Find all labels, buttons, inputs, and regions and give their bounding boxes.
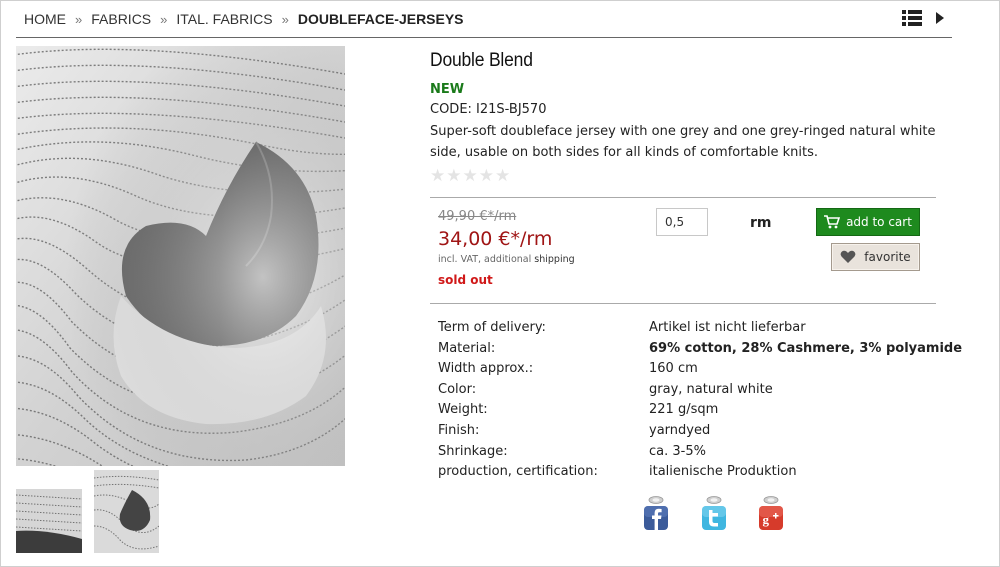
product-main-image[interactable] xyxy=(16,46,345,466)
product-title: Double Blend xyxy=(430,50,533,71)
divider xyxy=(430,303,936,304)
spec-row-material: Material: 69% cotton, 28% Cashmere, 3% p… xyxy=(438,339,962,360)
spec-key: Color: xyxy=(438,381,477,397)
fabric-photo xyxy=(16,46,345,466)
spec-value: ca. 3-5% xyxy=(649,443,706,459)
spec-key: Weight: xyxy=(438,402,488,418)
new-badge: NEW xyxy=(430,82,465,97)
twitter-icon[interactable] xyxy=(701,496,727,532)
star-icon[interactable]: ★ xyxy=(446,167,461,185)
list-view-icon[interactable] xyxy=(902,10,922,26)
breadcrumb-separator: » xyxy=(160,11,168,27)
spec-value: 221 g/sqm xyxy=(649,402,719,418)
facebook-icon[interactable] xyxy=(643,496,669,532)
star-rating[interactable]: ★ ★ ★ ★ ★ xyxy=(430,167,510,185)
svg-text:g: g xyxy=(763,512,770,527)
spec-key: Shrinkage: xyxy=(438,443,508,459)
star-icon[interactable]: ★ xyxy=(495,167,510,185)
breadcrumb: HOME » FABRICS » ITAL. FABRICS » DOUBLEF… xyxy=(24,9,464,29)
cart-icon xyxy=(824,215,841,229)
unit-label: rm xyxy=(750,215,772,231)
product-description: Super-soft doubleface jersey with one gr… xyxy=(430,124,936,160)
add-to-cart-button[interactable]: add to cart xyxy=(816,208,920,236)
quantity-input[interactable] xyxy=(656,208,708,236)
spec-key: Width approx.: xyxy=(438,361,534,377)
breadcrumb-divider xyxy=(16,37,952,38)
thumbnail-photo xyxy=(94,470,159,553)
shipping-link[interactable]: shipping xyxy=(534,254,574,265)
favorite-button[interactable]: favorite xyxy=(831,243,920,271)
availability-status: sold out xyxy=(438,273,493,287)
spec-key: Material: xyxy=(438,340,496,356)
breadcrumb-separator: » xyxy=(75,11,83,27)
spec-value: italienische Produktion xyxy=(649,464,797,480)
spec-value: Artikel ist nicht lieferbar xyxy=(649,320,806,335)
spec-key: Term of delivery: xyxy=(438,320,546,335)
star-icon[interactable]: ★ xyxy=(479,167,494,185)
vat-note: incl. VAT, additional shipping xyxy=(438,254,575,265)
product-thumbnail-2[interactable] xyxy=(94,470,159,553)
spec-value: 69% cotton, 28% Cashmere, 3% polyamide xyxy=(649,340,963,356)
current-price: 34,00 €*/rm xyxy=(438,228,553,250)
heart-icon xyxy=(840,250,856,263)
product-code: CODE: I21S-BJ570 xyxy=(430,102,547,117)
spec-row-weight: Weight: 221 g/sqm xyxy=(438,400,938,421)
divider xyxy=(430,197,936,198)
old-price: 49,90 €*/rm xyxy=(438,209,517,224)
spec-row-delivery: Term of delivery: Artikel ist nicht lief… xyxy=(438,318,938,339)
next-arrow-icon[interactable] xyxy=(936,12,944,24)
thumbnail-photo xyxy=(16,489,82,553)
google-plus-icon[interactable]: g xyxy=(758,496,784,532)
star-icon[interactable]: ★ xyxy=(463,167,478,185)
star-icon[interactable]: ★ xyxy=(430,167,445,185)
spec-key: production, certification: xyxy=(438,464,598,480)
add-to-cart-label: add to cart xyxy=(846,215,912,229)
spec-row-finish: Finish: yarndyed xyxy=(438,421,938,442)
spec-row-production: production, certification: italienische … xyxy=(438,462,938,483)
breadcrumb-fabrics[interactable]: FABRICS xyxy=(91,11,151,27)
breadcrumb-current: DOUBLEFACE-JERSEYS xyxy=(297,11,464,27)
spec-key: Finish: xyxy=(438,422,480,438)
favorite-label: favorite xyxy=(864,250,911,264)
product-thumbnail-1[interactable] xyxy=(16,489,82,553)
specs-table: Term of delivery: Artikel ist nicht lief… xyxy=(438,318,962,483)
breadcrumb-home[interactable]: HOME xyxy=(24,11,66,27)
breadcrumb-separator: » xyxy=(281,11,289,27)
spec-value: gray, natural white xyxy=(649,381,773,397)
spec-row-color: Color: gray, natural white xyxy=(438,380,938,401)
spec-row-width: Width approx.: 160 cm xyxy=(438,359,938,380)
spec-value: yarndyed xyxy=(649,422,711,438)
breadcrumb-ital-fabrics[interactable]: ITAL. FABRICS xyxy=(176,11,272,27)
spec-value: 160 cm xyxy=(649,361,698,377)
vat-note-text: incl. VAT, additional xyxy=(438,254,532,265)
spec-row-shrinkage: Shrinkage: ca. 3-5% xyxy=(438,442,938,463)
